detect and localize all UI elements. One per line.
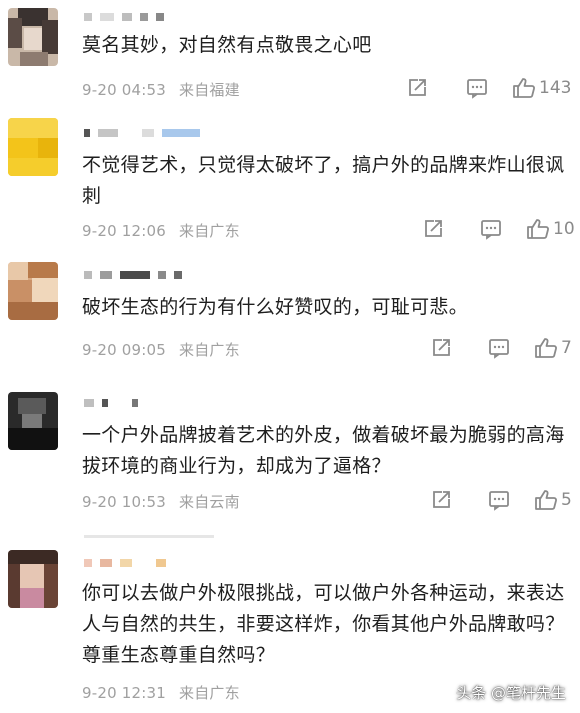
comment-actions: 5 [430, 489, 580, 511]
comment-icon [489, 491, 509, 511]
username-blurred[interactable] [84, 126, 200, 140]
comment-button[interactable] [488, 489, 534, 511]
divider [84, 535, 214, 538]
avatar[interactable] [8, 262, 58, 320]
comment-location: 来自广东 [179, 222, 240, 240]
comment-location: 来自云南 [179, 493, 240, 511]
username-blurred[interactable] [84, 268, 182, 282]
share-button[interactable] [406, 77, 466, 99]
thumbs-up-icon [535, 338, 557, 358]
like-button[interactable]: 143 [512, 77, 580, 99]
like-count: 10 [553, 219, 575, 239]
comment-meta: 9-20 09:05 来自广东 [82, 339, 240, 360]
share-button[interactable] [430, 337, 488, 359]
comment-time: 9-20 04:53 [82, 81, 167, 99]
like-count: 5 [561, 490, 572, 510]
share-button[interactable] [422, 218, 480, 240]
like-button[interactable]: 10 [526, 218, 580, 240]
comment-meta: 9-20 04:53 来自福建 [82, 79, 240, 100]
comment-meta: 9-20 12:31 来自广东 [82, 682, 240, 703]
comment-location: 来自广东 [179, 341, 240, 359]
comment-icon [481, 220, 501, 240]
comment-text: 一个户外品牌披着艺术的外皮，做着破坏最为脆弱的高海拔环境的商业行为，却成为了逼格… [82, 424, 565, 477]
share-button[interactable] [430, 489, 488, 511]
comment-icon [489, 339, 509, 359]
avatar[interactable] [8, 8, 58, 66]
share-icon [425, 220, 442, 237]
comment-time: 9-20 10:53 [82, 493, 167, 511]
username-blurred[interactable] [84, 396, 138, 410]
comment-location: 来自广东 [179, 684, 240, 702]
comment-actions: 7 [430, 337, 580, 359]
comment-button[interactable] [466, 77, 512, 99]
comment-text: 你可以去做户外极限挑战，可以做户外各种运动，来表达人与自然的共生，非要这样炸，你… [82, 582, 565, 666]
comment-text: 破坏生态的行为有什么好赞叹的，可耻可悲。 [82, 296, 469, 318]
comment-actions: 10 [422, 218, 580, 240]
comment-time: 9-20 09:05 [82, 341, 167, 359]
username-blurred[interactable] [84, 10, 164, 24]
avatar[interactable] [8, 392, 58, 450]
thumbs-up-icon [535, 490, 557, 510]
comment-actions: 143 [406, 77, 580, 99]
comment-time: 9-20 12:31 [82, 684, 167, 702]
comment-button[interactable] [488, 337, 534, 359]
comment-button[interactable] [480, 218, 526, 240]
thumbs-up-icon [513, 78, 535, 98]
comment-time: 9-20 12:06 [82, 222, 167, 240]
comment-text: 莫名其妙，对自然有点敬畏之心吧 [82, 34, 372, 56]
comment-text: 不觉得艺术，只觉得太破坏了，搞户外的品牌来炸山很讽刺 [82, 154, 565, 207]
like-count: 7 [561, 338, 572, 358]
watermark: 头条 @笔杆先生 [456, 684, 566, 702]
comment-icon [467, 79, 487, 99]
comment-location: 来自福建 [179, 81, 240, 99]
share-icon [409, 79, 426, 96]
avatar[interactable] [8, 550, 58, 608]
share-icon [433, 339, 450, 356]
like-button[interactable]: 7 [534, 337, 580, 359]
username-blurred[interactable] [84, 556, 166, 570]
comment-meta: 9-20 12:06 来自广东 [82, 220, 240, 241]
like-count: 143 [539, 78, 572, 98]
share-icon [433, 491, 450, 508]
avatar[interactable] [8, 118, 58, 176]
comment-meta: 9-20 10:53 来自云南 [82, 491, 240, 512]
like-button[interactable]: 5 [534, 489, 580, 511]
thumbs-up-icon [527, 219, 549, 239]
